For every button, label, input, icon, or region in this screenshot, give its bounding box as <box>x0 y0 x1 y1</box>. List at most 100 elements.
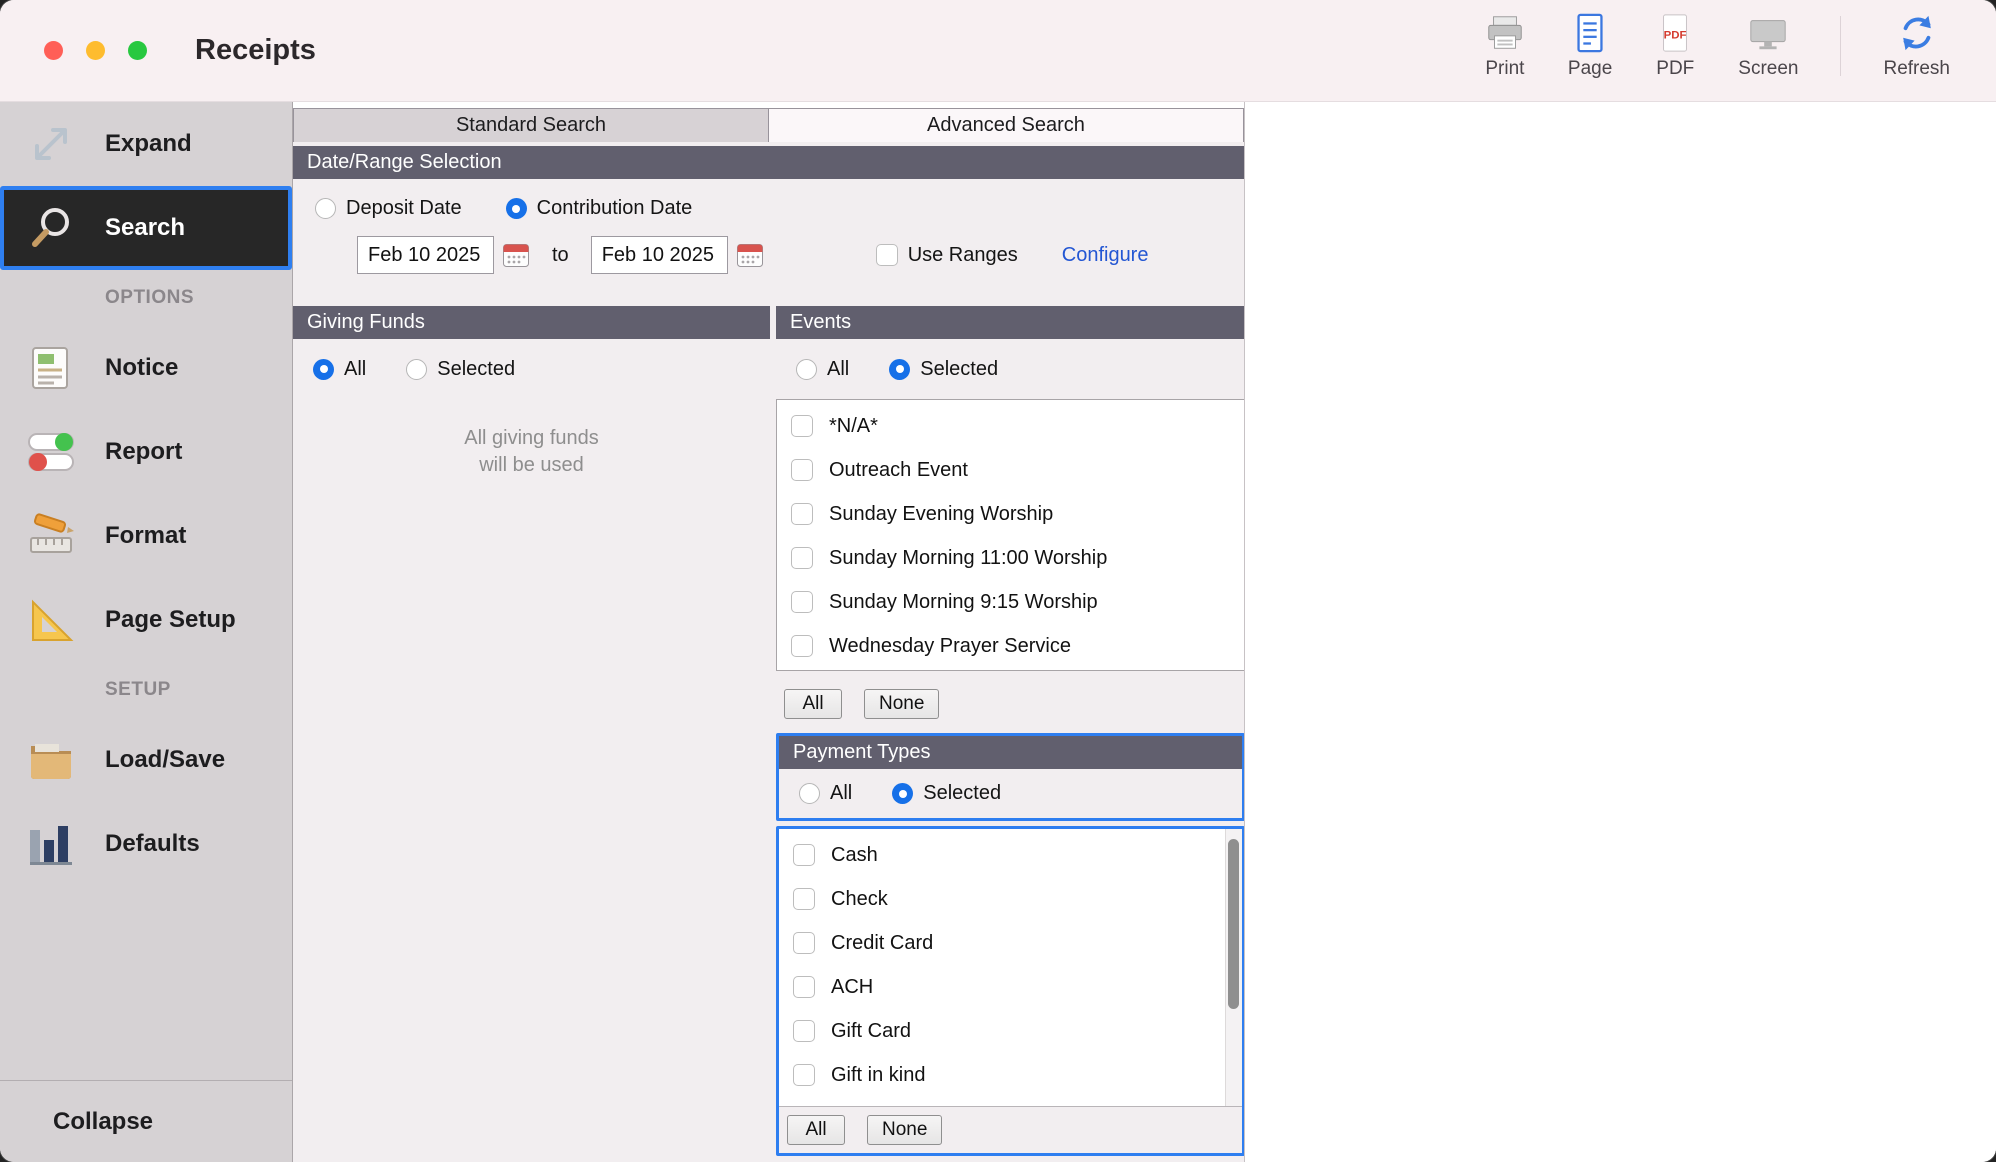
list-item[interactable]: Outreach Event <box>777 448 1244 492</box>
list-item[interactable]: Credit Card <box>779 921 1242 965</box>
refresh-button[interactable]: Refresh <box>1883 12 1950 80</box>
checkbox[interactable] <box>793 1064 815 1086</box>
giving-funds-radio-group: All Selected <box>293 339 770 399</box>
format-icon <box>25 510 77 562</box>
payment-types-buttons: All None <box>779 1107 1242 1153</box>
sidebar-item-label: Notice <box>105 354 178 382</box>
list-item[interactable]: Check <box>779 877 1242 921</box>
list-item[interactable]: Cash <box>779 833 1242 877</box>
sidebar-item-page-setup[interactable]: Page Setup <box>0 578 292 662</box>
tab-standard-search[interactable]: Standard Search <box>293 108 769 142</box>
payment-all-button[interactable]: All <box>787 1115 845 1145</box>
pdf-icon: PDF <box>1654 12 1696 54</box>
event-label: Outreach Event <box>829 459 968 482</box>
minimize-window-button[interactable] <box>86 41 105 60</box>
close-window-button[interactable] <box>44 41 63 60</box>
search-tabs: Standard Search Advanced Search <box>293 102 1244 142</box>
deposit-date-label: Deposit Date <box>346 197 462 220</box>
zoom-window-button[interactable] <box>128 41 147 60</box>
bar-chart-icon <box>25 818 77 870</box>
sidebar-item-expand[interactable]: Expand <box>0 102 292 186</box>
events-radio-group: All Selected <box>776 339 1245 399</box>
use-ranges-label: Use Ranges <box>908 244 1018 267</box>
sidebar: Expand Search OPTIONS <box>0 102 293 1162</box>
list-item[interactable]: ACH <box>779 965 1242 1009</box>
payment-types-section: Payment Types All Selected <box>776 733 1245 821</box>
scrollbar-track[interactable] <box>1225 829 1242 1106</box>
list-item[interactable]: *N/A* <box>777 404 1244 448</box>
radio-contribution-date[interactable] <box>506 198 527 219</box>
sidebar-item-report[interactable]: Report <box>0 410 292 494</box>
pdf-button[interactable]: PDF PDF <box>1654 12 1696 80</box>
checkbox[interactable] <box>791 415 813 437</box>
radio-payment-selected[interactable] <box>892 783 913 804</box>
use-ranges-checkbox[interactable] <box>876 244 898 266</box>
screen-button[interactable]: Screen <box>1738 12 1798 80</box>
checkbox[interactable] <box>793 1020 815 1042</box>
payment-type-label: ACH <box>831 976 873 999</box>
checkbox[interactable] <box>793 932 815 954</box>
screen-icon <box>1747 12 1789 54</box>
sidebar-item-load-save[interactable]: Load/Save <box>0 718 292 802</box>
list-item-partial[interactable] <box>779 1097 1242 1107</box>
radio-payment-all[interactable] <box>799 783 820 804</box>
list-item[interactable]: Sunday Morning 9:15 Worship <box>777 580 1244 624</box>
radio-events-selected[interactable] <box>889 359 910 380</box>
content-empty-area <box>1245 102 1996 1162</box>
events-none-button[interactable]: None <box>864 689 939 719</box>
list-item[interactable]: Sunday Evening Worship <box>777 492 1244 536</box>
payment-all-label: All <box>830 782 852 805</box>
events-all-button[interactable]: All <box>784 689 842 719</box>
checkbox[interactable] <box>791 591 813 613</box>
list-item[interactable]: Wednesday Prayer Service <box>777 624 1244 668</box>
report-icon <box>25 426 77 478</box>
folder-icon <box>25 734 77 786</box>
list-item[interactable]: Gift in kind <box>779 1053 1242 1097</box>
tab-advanced-search[interactable]: Advanced Search <box>769 108 1244 142</box>
refresh-icon <box>1896 12 1938 54</box>
giving-funds-all-label: All <box>344 358 366 381</box>
checkbox[interactable] <box>791 503 813 525</box>
sidebar-item-collapse[interactable]: Collapse <box>0 1080 292 1162</box>
payment-selected-label: Selected <box>923 782 1001 805</box>
page-button[interactable]: Page <box>1568 12 1612 80</box>
from-date-field[interactable]: Feb 10 2025 <box>357 236 494 274</box>
radio-events-all[interactable] <box>796 359 817 380</box>
payment-none-button[interactable]: None <box>867 1115 942 1145</box>
to-date-calendar-icon[interactable] <box>736 241 764 269</box>
list-item[interactable]: Sunday Morning 11:00 Worship <box>777 536 1244 580</box>
checkbox[interactable] <box>791 547 813 569</box>
pdf-label: PDF <box>1656 58 1694 80</box>
sidebar-section-setup: SETUP <box>0 662 292 718</box>
checkbox[interactable] <box>793 888 815 910</box>
sidebar-item-label: Search <box>105 214 185 242</box>
radio-giving-funds-selected[interactable] <box>406 359 427 380</box>
list-item[interactable]: Gift Card <box>779 1009 1242 1053</box>
payment-types-list-box: Cash Check Credit Card <box>776 826 1245 1156</box>
radio-giving-funds-all[interactable] <box>313 359 334 380</box>
checkbox[interactable] <box>791 635 813 657</box>
sidebar-item-notice[interactable]: Notice <box>0 326 292 410</box>
checkbox[interactable] <box>793 976 815 998</box>
giving-funds-section: Giving Funds All Selected All giving fun… <box>293 306 770 1162</box>
checkbox[interactable] <box>793 844 815 866</box>
notice-icon <box>25 342 77 394</box>
search-icon <box>25 202 77 254</box>
configure-link[interactable]: Configure <box>1062 244 1149 267</box>
sidebar-item-label: Report <box>105 438 182 466</box>
sidebar-item-defaults[interactable]: Defaults <box>0 802 292 886</box>
sidebar-item-label: Defaults <box>105 830 200 858</box>
payment-types-list: Cash Check Credit Card <box>779 829 1242 1107</box>
from-date-calendar-icon[interactable] <box>502 241 530 269</box>
to-label: to <box>552 244 569 267</box>
app-window: Receipts Print <box>0 0 1996 1162</box>
radio-deposit-date[interactable] <box>315 198 336 219</box>
to-date-field[interactable]: Feb 10 2025 <box>591 236 728 274</box>
payment-type-label: Credit Card <box>831 932 933 955</box>
checkbox[interactable] <box>791 459 813 481</box>
page-setup-icon <box>25 594 77 646</box>
sidebar-item-search[interactable]: Search <box>0 186 292 270</box>
scrollbar-thumb[interactable] <box>1228 839 1239 1009</box>
print-button[interactable]: Print <box>1484 12 1526 80</box>
sidebar-item-format[interactable]: Format <box>0 494 292 578</box>
